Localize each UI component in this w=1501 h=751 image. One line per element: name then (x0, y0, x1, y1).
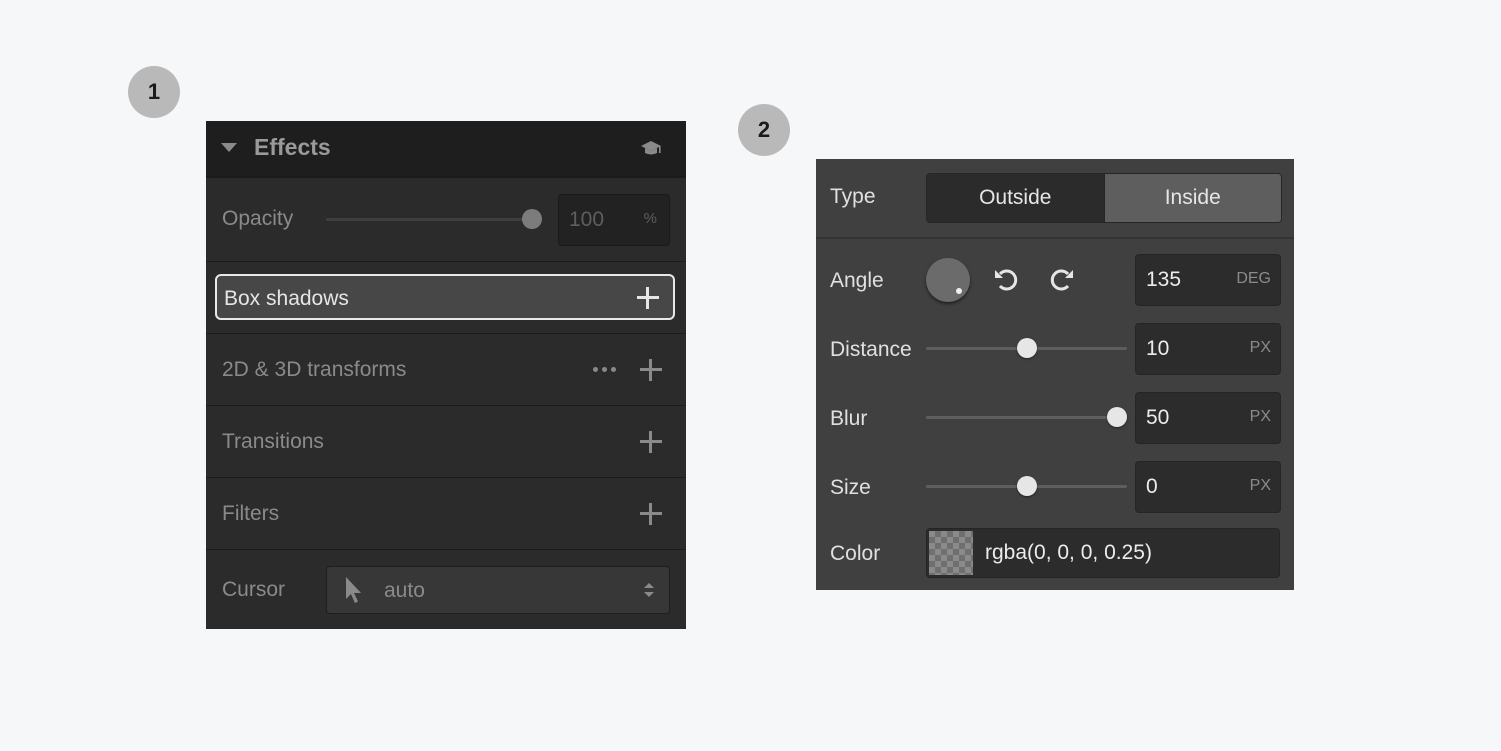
effects-title: Effects (254, 134, 331, 160)
add-transition-icon[interactable] (640, 431, 662, 453)
opacity-slider-thumb[interactable] (522, 209, 542, 229)
effects-header[interactable]: Effects (206, 121, 686, 177)
effects-panel: Effects Opacity 100 % Box shadows 2D & 3… (206, 121, 686, 629)
add-box-shadow-icon[interactable] (637, 287, 659, 309)
angle-label: Angle (830, 269, 884, 292)
add-transform-icon[interactable] (640, 359, 662, 381)
color-input[interactable]: rgba(0, 0, 0, 0.25) (926, 528, 1280, 578)
select-updown-icon (643, 580, 655, 606)
distance-unit: PX (1249, 339, 1271, 356)
cursor-row: Cursor auto (206, 549, 686, 630)
distance-label: Distance (830, 338, 912, 361)
filters-row[interactable]: Filters (206, 477, 686, 550)
blur-unit: PX (1249, 408, 1271, 425)
blur-value: 50 (1146, 406, 1170, 429)
opacity-row: Opacity 100 % (206, 177, 686, 262)
transitions-label: Transitions (222, 430, 324, 453)
box-shadows-button[interactable]: Box shadows (215, 274, 675, 320)
graduation-cap-icon[interactable] (640, 138, 662, 164)
opacity-value: 100 (569, 208, 605, 231)
add-filter-icon[interactable] (640, 503, 662, 525)
box-shadow-settings-panel: Type Outside Inside Angle 135 DEG Distan… (816, 159, 1294, 590)
opacity-label: Opacity (222, 207, 294, 230)
transforms-label: 2D & 3D transforms (222, 358, 407, 381)
transitions-row[interactable]: Transitions (206, 405, 686, 478)
distance-input[interactable]: 10 PX (1135, 323, 1281, 375)
caret-down-icon[interactable] (221, 143, 237, 152)
opacity-input[interactable]: 100 % (558, 194, 670, 246)
cursor-value: auto (384, 579, 425, 602)
size-unit: PX (1249, 477, 1271, 494)
angle-input[interactable]: 135 DEG (1135, 254, 1281, 306)
type-inside-button[interactable]: Inside (1104, 174, 1281, 222)
box-shadows-row: Box shadows (206, 261, 686, 334)
distance-slider-thumb[interactable] (1016, 338, 1037, 358)
cursor-select[interactable]: auto (326, 566, 670, 614)
size-input[interactable]: 0 PX (1135, 461, 1281, 513)
type-label: Type (830, 185, 876, 208)
opacity-slider-track[interactable] (326, 218, 536, 221)
divider (816, 237, 1294, 239)
opacity-unit: % (643, 210, 657, 227)
step-badge-2: 2 (738, 104, 790, 156)
size-value: 0 (1146, 475, 1158, 498)
filters-label: Filters (222, 502, 280, 525)
box-shadows-label: Box shadows (224, 287, 349, 310)
blur-input[interactable]: 50 PX (1135, 392, 1281, 444)
rotate-right-icon[interactable] (1046, 266, 1076, 300)
color-value: rgba(0, 0, 0, 0.25) (985, 541, 1152, 564)
color-label: Color (830, 542, 881, 565)
step-badge-1: 1 (128, 66, 180, 118)
angle-unit: DEG (1236, 270, 1271, 287)
angle-value: 135 (1146, 268, 1182, 291)
transforms-row[interactable]: 2D & 3D transforms (206, 333, 686, 406)
pointer-arrow-icon (343, 575, 365, 611)
cursor-label: Cursor (222, 578, 286, 601)
blur-slider-thumb[interactable] (1106, 407, 1127, 427)
type-segmented-control: Outside Inside (926, 173, 1282, 223)
size-label: Size (830, 476, 871, 499)
color-swatch[interactable] (929, 531, 973, 575)
size-slider-thumb[interactable] (1016, 476, 1037, 496)
rotate-left-icon[interactable] (992, 266, 1022, 300)
blur-label: Blur (830, 407, 868, 430)
blur-slider-track[interactable] (926, 416, 1127, 419)
more-options-icon[interactable] (593, 367, 616, 372)
angle-dial[interactable] (926, 258, 970, 302)
distance-value: 10 (1146, 337, 1170, 360)
type-outside-button[interactable]: Outside (927, 174, 1105, 222)
